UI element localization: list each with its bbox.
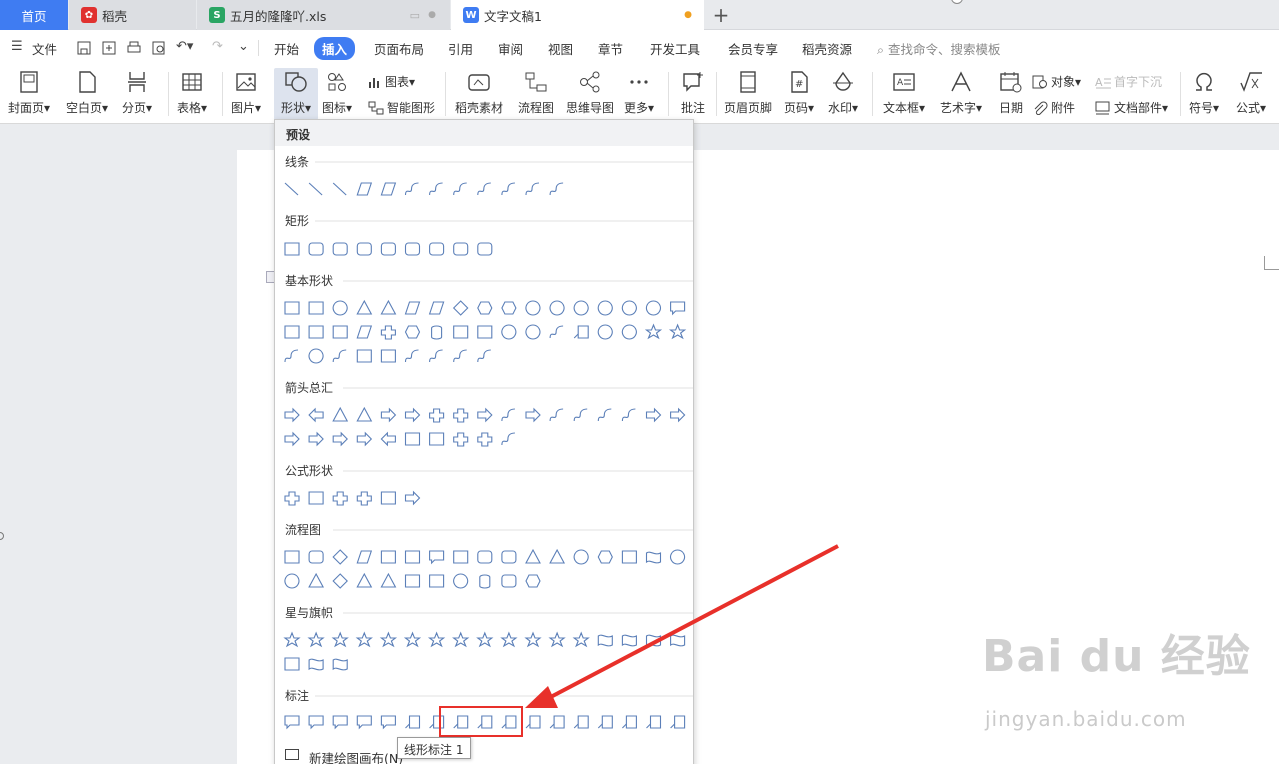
shape-tooltip: 线形标注 1 [397, 737, 471, 759]
canvas-icon [285, 749, 299, 760]
annotation-arrow [525, 544, 839, 708]
new-canvas-item[interactable]: 新建绘图画布(N) [309, 748, 403, 764]
